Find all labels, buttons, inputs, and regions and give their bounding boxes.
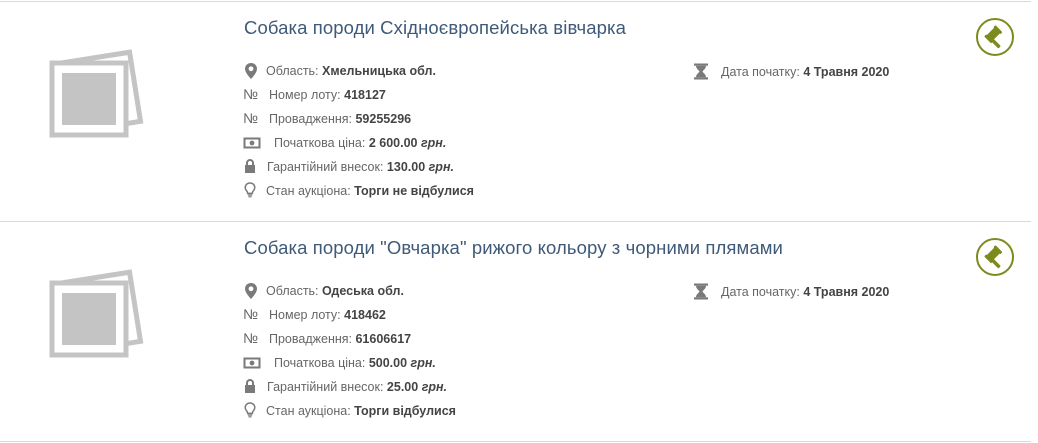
map-marker-icon [243,62,263,82]
start-date-label: Дата початку: [721,65,800,79]
start-price-value: 2 600.00 [368,136,418,150]
deposit-value: 130.00 [386,160,426,174]
region-label: Область: [266,284,319,298]
auction-status-label: Стан аукціона: [266,184,351,198]
divider [0,441,1031,442]
start-price-label: Початкова ціна: [274,356,366,370]
start-date-value: 4 Травня 2020 [803,285,890,299]
start-date-value: 4 Травня 2020 [803,65,890,79]
banknote-icon [243,134,263,154]
lightbulb-icon [243,402,263,422]
proceeding-value: 61606617 [355,332,412,346]
image-placeholder-icon[interactable] [48,269,144,363]
numero-icon: № [243,330,259,346]
start-price-currency: грн. [410,356,436,370]
deposit-value: 25.00 [386,380,419,394]
proceeding-value: 59255296 [355,112,412,126]
numero-icon: № [243,306,259,322]
lightbulb-icon [243,182,263,202]
numero-icon: № [243,86,259,102]
start-price-currency: грн. [420,136,447,150]
start-date-label: Дата початку: [721,285,800,299]
deposit-label: Гарантійний внесок: [267,160,384,174]
region-label: Область: [266,64,319,78]
hourglass-icon [693,283,709,303]
auction-status-value: Торги відбулися [354,404,456,418]
lot-card: Собака породи Східноєвропейська вівчарка… [0,1,1031,221]
auction-status-label: Стан аукціона: [266,404,351,418]
lot-number-value: 418127 [344,88,386,102]
start-price-label: Початкова ціна: [274,136,366,150]
numero-icon: № [243,110,259,126]
lot-number-value: 418462 [344,308,386,322]
start-price-value: 500.00 [368,356,408,370]
banknote-icon [243,354,263,374]
deposit-label: Гарантійний внесок: [267,380,384,394]
lot-title-link[interactable]: Собака породи "Овчарка" рижого кольору з… [244,237,783,259]
region-value: Одеська обл. [322,284,404,298]
map-marker-icon [243,282,263,302]
lot-number-label: Номер лоту: [269,88,341,102]
proceeding-label: Провадження: [269,112,352,126]
auction-status-value: Торги не відбулися [354,184,474,198]
lock-icon [243,378,263,398]
hourglass-icon [693,63,709,83]
deposit-currency: грн. [421,380,448,394]
auction-lot-list: Собака породи Східноєвропейська вівчарка… [0,0,1031,443]
image-placeholder-icon[interactable] [48,49,144,143]
proceeding-label: Провадження: [269,332,352,346]
lock-icon [243,158,263,178]
region-value: Хмельницька обл. [322,64,436,78]
lot-card: Собака породи "Овчарка" рижого кольору з… [0,221,1031,441]
auction-gavel-button[interactable] [976,18,1014,56]
auction-gavel-button[interactable] [976,238,1014,276]
deposit-currency: грн. [428,160,454,174]
lot-title-link[interactable]: Собака породи Східноєвропейська вівчарка [244,17,626,39]
lot-number-label: Номер лоту: [269,308,341,322]
